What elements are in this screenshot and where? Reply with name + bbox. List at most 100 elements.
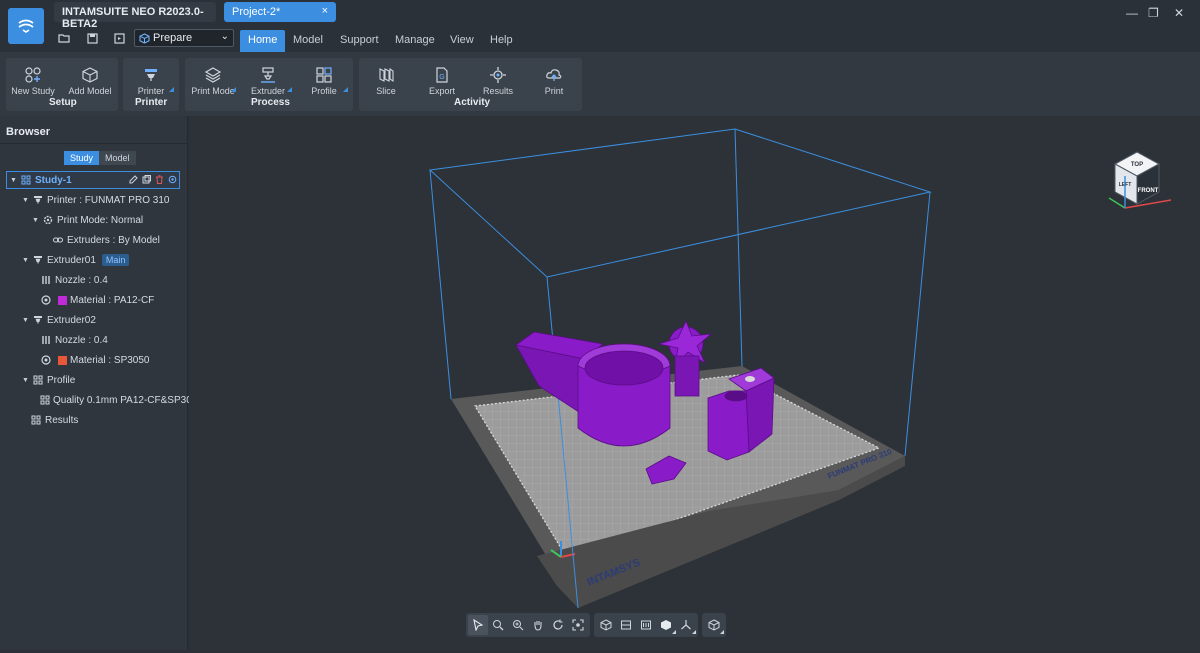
toggle-study[interactable]: Study (64, 151, 100, 165)
window-close-icon[interactable]: ✕ (1174, 6, 1184, 20)
expand-arrow-icon[interactable]: ▼ (22, 377, 32, 384)
mode-select-value: Prepare (153, 32, 193, 44)
close-tab-icon[interactable]: × (322, 5, 328, 17)
tree-printer[interactable]: ▼ Printer : FUNMAT PRO 310 (0, 191, 188, 209)
study-model-toggle: Study Model (64, 151, 136, 165)
new-study-label: New Study (11, 86, 55, 96)
restore-icon[interactable]: ❐ (1148, 6, 1159, 20)
select-icon[interactable] (468, 615, 488, 635)
edit-icon[interactable] (129, 175, 138, 184)
project-tab[interactable]: Project-2* × (224, 2, 336, 22)
app-title-tab[interactable]: INTAMSUITE NEO R2023.0-BETA2 (54, 2, 216, 30)
tab-view[interactable]: View (450, 34, 474, 46)
tab-support[interactable]: Support (340, 34, 379, 46)
scene-canvas[interactable]: INTAMSYS FUNMAT PRO 310 (189, 116, 1200, 650)
view-cube-icon[interactable] (656, 615, 676, 635)
3d-viewport[interactable]: INTAMSYS FUNMAT PRO 310 TOP FRONT (189, 116, 1200, 650)
nozzle2-label: Nozzle : 0.4 (55, 334, 108, 346)
print-button[interactable]: Print (535, 66, 573, 96)
model-cup-inner[interactable] (584, 350, 664, 386)
print-mode-dropdown-icon[interactable] (231, 87, 236, 92)
tree-extruder01[interactable]: ▼ Extruder01 Main (0, 251, 188, 269)
setup-group-label: Setup (49, 97, 77, 108)
tree-nozzle1[interactable]: Nozzle : 0.4 (0, 271, 188, 289)
app-logo[interactable] (8, 8, 44, 44)
view-cube[interactable]: TOP FRONT LEFT (1105, 150, 1175, 212)
tree-quality[interactable]: Quality 0.1mm PA12-CF&SP305 (0, 391, 197, 409)
toggle-model[interactable]: Model (99, 151, 136, 165)
link-icon (52, 235, 64, 245)
extruder02-label: Extruder02 (47, 314, 96, 326)
print-mode-button[interactable]: Print Mode (189, 66, 237, 96)
mode-select[interactable]: Prepare ⌄ (134, 29, 234, 47)
navigation-tools (466, 613, 590, 637)
results-tree-label: Results (45, 414, 79, 426)
activity-group: Slice G Export Results Print Activity (359, 58, 582, 111)
tree-material1[interactable]: Material : PA12-CF (0, 291, 188, 309)
export-file-icon[interactable] (111, 31, 127, 45)
tab-home[interactable]: Home (240, 30, 286, 52)
new-study-icon (25, 67, 41, 83)
svg-text:G: G (439, 74, 444, 81)
export-button[interactable]: G Export (423, 66, 461, 96)
export-icon: G (436, 67, 448, 83)
tree-extruders[interactable]: Extruders : By Model (0, 231, 188, 249)
printer-dropdown-icon[interactable] (169, 87, 174, 92)
results-button[interactable]: Results (479, 66, 517, 96)
extruder-dropdown-icon[interactable] (287, 87, 292, 92)
title-bar: INTAMSUITE NEO R2023.0-BETA2 Project-2* … (0, 0, 1200, 52)
profile-dropdown-icon[interactable] (343, 87, 348, 92)
zoom-icon[interactable] (508, 615, 528, 635)
profile-label: Profile (311, 86, 337, 96)
expand-arrow-icon[interactable]: ▼ (22, 317, 32, 324)
tree-extruder02[interactable]: ▼ Extruder02 (0, 311, 188, 329)
results-icon (30, 415, 42, 425)
expand-arrow-icon[interactable]: ▼ (10, 177, 20, 184)
expand-arrow-icon[interactable]: ▼ (22, 257, 32, 264)
ribbon: New Study Add Model Setup Printer Printe… (0, 52, 1200, 116)
tree-study[interactable]: ▼ Study-1 (0, 171, 188, 189)
tree-results[interactable]: Results (0, 411, 188, 429)
settings-icon[interactable] (168, 175, 177, 184)
shading-tools (702, 613, 726, 637)
tab-help[interactable]: Help (490, 34, 513, 46)
tree-material2[interactable]: Material : SP3050 (0, 351, 188, 369)
slice-button[interactable]: Slice (367, 66, 405, 96)
material-spool-icon (40, 295, 52, 305)
fit-icon[interactable] (568, 615, 588, 635)
print-cloud-icon (546, 69, 562, 81)
nozzle-icon (40, 335, 52, 345)
delete-icon[interactable] (155, 175, 164, 184)
display-tools (594, 613, 698, 637)
view-section-icon[interactable] (616, 615, 636, 635)
tree-print-mode[interactable]: ▼ Print Mode: Normal (0, 211, 188, 229)
print-mode-icon (204, 67, 222, 83)
chevron-down-icon: ⌄ (220, 31, 229, 42)
save-icon[interactable] (84, 31, 100, 45)
minimize-icon[interactable]: — (1126, 6, 1138, 20)
process-group: Print Mode Extruder Profile Process (185, 58, 353, 111)
axis-icon[interactable] (676, 615, 696, 635)
tree-nozzle2[interactable]: Nozzle : 0.4 (0, 331, 188, 349)
extruders-tree-label: Extruders : By Model (67, 234, 160, 246)
tree-profile[interactable]: ▼ Profile (0, 371, 188, 389)
new-study-button[interactable]: New Study (8, 66, 58, 96)
copy-icon[interactable] (142, 175, 151, 184)
tab-manage[interactable]: Manage (395, 34, 435, 46)
expand-arrow-icon[interactable]: ▼ (32, 217, 42, 224)
intamsys-logo-icon (18, 19, 34, 33)
zoom-window-icon[interactable] (488, 615, 508, 635)
expand-arrow-icon[interactable]: ▼ (22, 197, 32, 204)
view-iso-icon[interactable] (596, 615, 616, 635)
open-folder-icon[interactable] (56, 31, 72, 45)
view-layers-icon[interactable] (636, 615, 656, 635)
tab-model[interactable]: Model (293, 34, 323, 46)
pan-icon[interactable] (528, 615, 548, 635)
profile-button[interactable]: Profile (299, 66, 349, 96)
printer-label: Printer (137, 86, 165, 96)
extruder01-label: Extruder01 (47, 254, 96, 266)
rotate-icon[interactable] (548, 615, 568, 635)
extruder-button[interactable]: Extruder (245, 66, 291, 96)
add-model-button[interactable]: Add Model (64, 66, 116, 96)
shading-icon[interactable] (704, 615, 724, 635)
